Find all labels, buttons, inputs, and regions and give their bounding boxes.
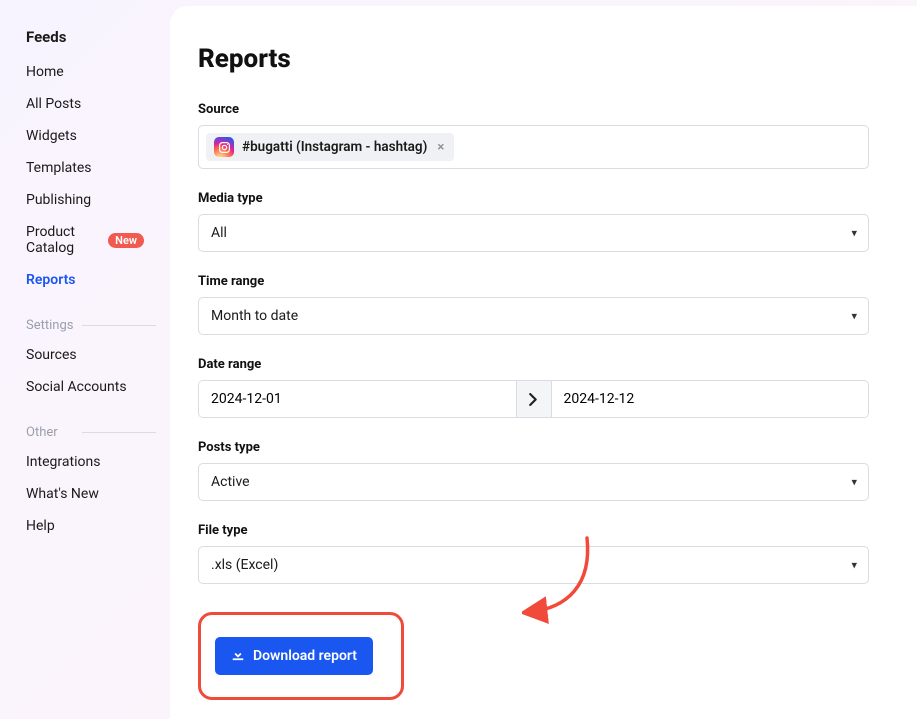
badge-new: New bbox=[108, 233, 144, 248]
sidebar-item-product-catalog[interactable]: Product Catalog New bbox=[0, 216, 170, 264]
sidebar-item-reports[interactable]: Reports bbox=[0, 264, 170, 296]
chevron-right-icon bbox=[516, 381, 552, 417]
label-media-type: Media type bbox=[198, 191, 869, 206]
sidebar-item-whats-new[interactable]: What's New bbox=[0, 478, 170, 510]
file-type-select[interactable]: .xls (Excel) bbox=[198, 546, 869, 584]
sidebar-item-widgets[interactable]: Widgets bbox=[0, 120, 170, 152]
sidebar-item-home[interactable]: Home bbox=[0, 56, 170, 88]
field-source: Source #bugatti (Instagram - hashtag) × bbox=[198, 102, 869, 169]
sidebar-section-other: Other bbox=[0, 425, 170, 446]
label-posts-type: Posts type bbox=[198, 440, 869, 455]
sidebar-heading: Feeds bbox=[0, 10, 170, 56]
page-title: Reports bbox=[198, 44, 869, 74]
source-tag: #bugatti (Instagram - hashtag) × bbox=[206, 133, 454, 161]
label-source: Source bbox=[198, 102, 869, 117]
sidebar-item-social-accounts[interactable]: Social Accounts bbox=[0, 371, 170, 403]
download-report-button[interactable]: Download report bbox=[215, 637, 373, 675]
field-posts-type: Posts type Active bbox=[198, 440, 869, 501]
field-time-range: Time range Month to date bbox=[198, 274, 869, 335]
sidebar-item-label: Publishing bbox=[26, 192, 91, 208]
field-date-range: Date range bbox=[198, 357, 869, 418]
date-range-row bbox=[198, 380, 869, 418]
date-end-input[interactable] bbox=[552, 381, 869, 417]
sidebar-item-label: Reports bbox=[26, 272, 76, 288]
main-panel: Reports Source #bugatti (Instagram - has… bbox=[170, 6, 917, 719]
sidebar-item-label: Templates bbox=[26, 160, 92, 176]
sidebar-item-label: Home bbox=[26, 64, 64, 80]
sidebar-item-label: Integrations bbox=[26, 454, 100, 470]
field-file-type: File type .xls (Excel) bbox=[198, 523, 869, 584]
source-input[interactable]: #bugatti (Instagram - hashtag) × bbox=[198, 125, 869, 169]
source-tag-text: #bugatti (Instagram - hashtag) bbox=[242, 139, 427, 155]
sidebar-item-all-posts[interactable]: All Posts bbox=[0, 88, 170, 120]
sidebar-item-help[interactable]: Help bbox=[0, 510, 170, 542]
sidebar-item-label: All Posts bbox=[26, 96, 81, 112]
field-media-type: Media type All bbox=[198, 191, 869, 252]
sidebar-item-publishing[interactable]: Publishing bbox=[0, 184, 170, 216]
sidebar-item-sources[interactable]: Sources bbox=[0, 339, 170, 371]
annotation-highlight: Download report bbox=[198, 612, 404, 700]
date-start-input[interactable] bbox=[199, 381, 516, 417]
sidebar-item-templates[interactable]: Templates bbox=[0, 152, 170, 184]
download-icon bbox=[231, 647, 245, 665]
sidebar-item-label: What's New bbox=[26, 486, 99, 502]
label-date-range: Date range bbox=[198, 357, 869, 372]
sidebar-item-label: Help bbox=[26, 518, 55, 534]
instagram-icon bbox=[214, 137, 234, 157]
sidebar-item-integrations[interactable]: Integrations bbox=[0, 446, 170, 478]
posts-type-select[interactable]: Active bbox=[198, 463, 869, 501]
sidebar-item-label: Widgets bbox=[26, 128, 77, 144]
media-type-select[interactable]: All bbox=[198, 214, 869, 252]
sidebar-item-label: Product Catalog bbox=[26, 224, 103, 256]
sidebar: Feeds Home All Posts Widgets Templates P… bbox=[0, 0, 170, 719]
sidebar-section-settings: Settings bbox=[0, 318, 170, 339]
label-file-type: File type bbox=[198, 523, 869, 538]
sidebar-item-label: Sources bbox=[26, 347, 77, 363]
time-range-select[interactable]: Month to date bbox=[198, 297, 869, 335]
close-icon[interactable]: × bbox=[435, 140, 446, 155]
download-report-label: Download report bbox=[253, 648, 357, 664]
label-time-range: Time range bbox=[198, 274, 869, 289]
sidebar-item-label: Social Accounts bbox=[26, 379, 127, 395]
